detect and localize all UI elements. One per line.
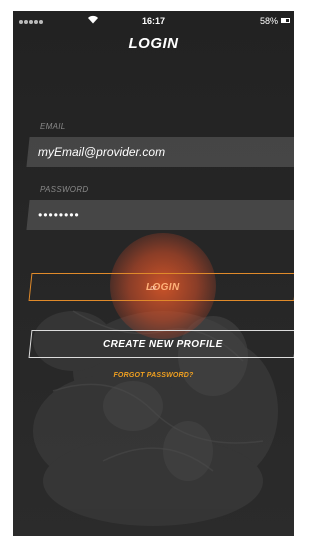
email-field[interactable]: myEmail@provider.com [26, 137, 294, 167]
password-field[interactable]: •••••••• [26, 200, 294, 230]
create-profile-label: CREATE NEW PROFILE [103, 338, 223, 350]
create-profile-button[interactable]: CREATE NEW PROFILE [28, 330, 294, 358]
or-divider-text: or [150, 285, 157, 292]
forgot-password-link[interactable]: FORGOT PASSWORD? [13, 372, 294, 379]
status-time: 16:17 [141, 16, 166, 26]
battery-icon [281, 18, 290, 23]
status-bar: 16:17 58% [13, 11, 294, 31]
battery-percentage: 58% [259, 16, 278, 26]
password-label: PASSWORD [40, 185, 89, 194]
password-value: •••••••• [38, 208, 80, 222]
page-title: LOGIN [128, 35, 179, 52]
app-screen: 16:17 58% LOGIN EMAIL myEmail@provider.c… [13, 11, 294, 536]
email-label: EMAIL [40, 122, 66, 131]
email-value: myEmail@provider.com [38, 145, 166, 159]
